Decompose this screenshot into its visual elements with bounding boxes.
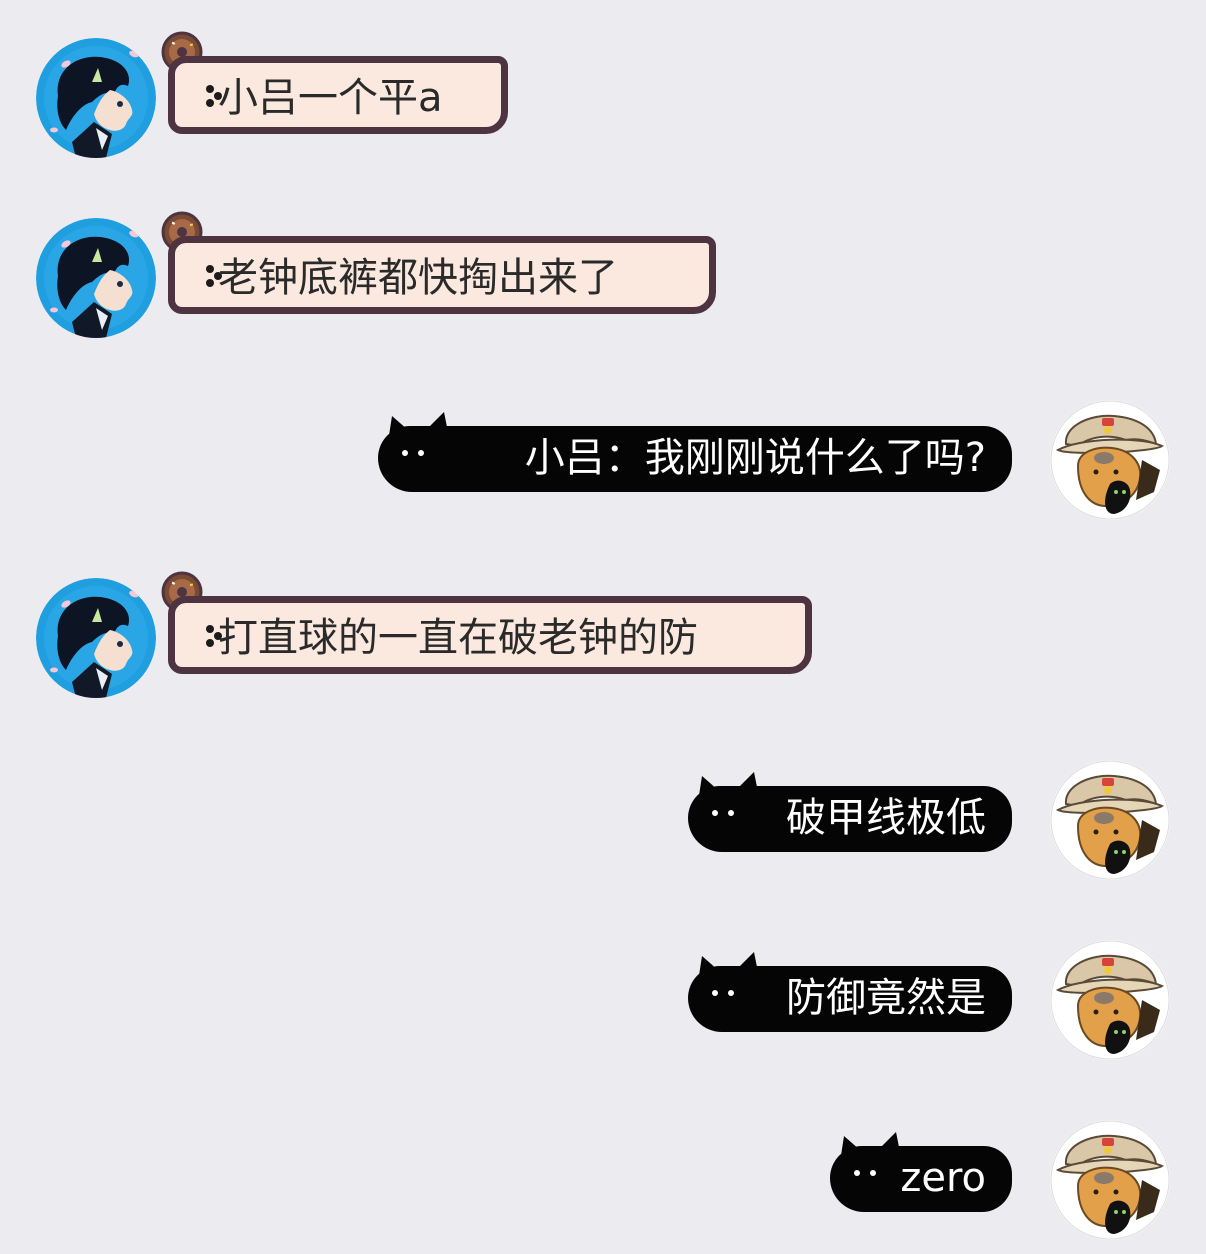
message-text: 小吕：我刚刚说什么了吗? [524, 435, 986, 481]
capybara-avatar-icon [1050, 760, 1170, 880]
cat-eyes-icon [402, 450, 424, 456]
message-row: zero [0, 1110, 1206, 1250]
message-bubble[interactable]: 打直球的一直在破老钟的防 [161, 570, 812, 682]
capybara-avatar-icon [1050, 940, 1170, 1060]
message-bubble[interactable]: 老钟底裤都快掏出来了 [161, 210, 716, 322]
message-row: 破甲线极低 [0, 750, 1206, 890]
capybara-avatar-icon [1050, 1120, 1170, 1240]
message-row: 小吕：我刚刚说什么了吗? [0, 390, 1206, 530]
avatar[interactable] [36, 38, 156, 158]
message-row: 老钟底裤都快掏出来了 [0, 198, 1206, 338]
message-text: 小吕一个平a [218, 75, 443, 121]
chat-window[interactable]: 小吕一个平a 老钟底裤都快掏出来了 小吕：我刚刚说什么了吗? 打直球的一直在破老… [0, 0, 1206, 1254]
avatar[interactable] [36, 218, 156, 338]
avatar[interactable] [36, 578, 156, 698]
anime-boy-avatar-icon [36, 218, 156, 338]
avatar[interactable] [1050, 1120, 1170, 1240]
message-bubble[interactable]: 破甲线极低 [688, 772, 1012, 852]
avatar[interactable] [1050, 760, 1170, 880]
message-text: 打直球的一直在破老钟的防 [218, 615, 698, 661]
message-text: 防御竟然是 [786, 975, 986, 1021]
message-text: zero [900, 1155, 986, 1201]
cat-eyes-icon [712, 990, 734, 996]
message-row: 小吕一个平a [0, 18, 1206, 158]
message-bubble[interactable]: 小吕：我刚刚说什么了吗? [378, 412, 1012, 492]
cat-eyes-icon [712, 810, 734, 816]
anime-boy-avatar-icon [36, 578, 156, 698]
message-text: 老钟底裤都快掏出来了 [218, 255, 618, 301]
message-bubble[interactable]: 小吕一个平a [161, 30, 508, 142]
message-row: 防御竟然是 [0, 930, 1206, 1070]
capybara-avatar-icon [1050, 400, 1170, 520]
message-row: 打直球的一直在破老钟的防 [0, 558, 1206, 698]
avatar[interactable] [1050, 940, 1170, 1060]
message-bubble[interactable]: 防御竟然是 [688, 952, 1012, 1032]
message-bubble[interactable]: zero [830, 1132, 1012, 1212]
avatar[interactable] [1050, 400, 1170, 520]
cat-eyes-icon [854, 1170, 876, 1176]
anime-boy-avatar-icon [36, 38, 156, 158]
message-text: 破甲线极低 [786, 795, 986, 841]
